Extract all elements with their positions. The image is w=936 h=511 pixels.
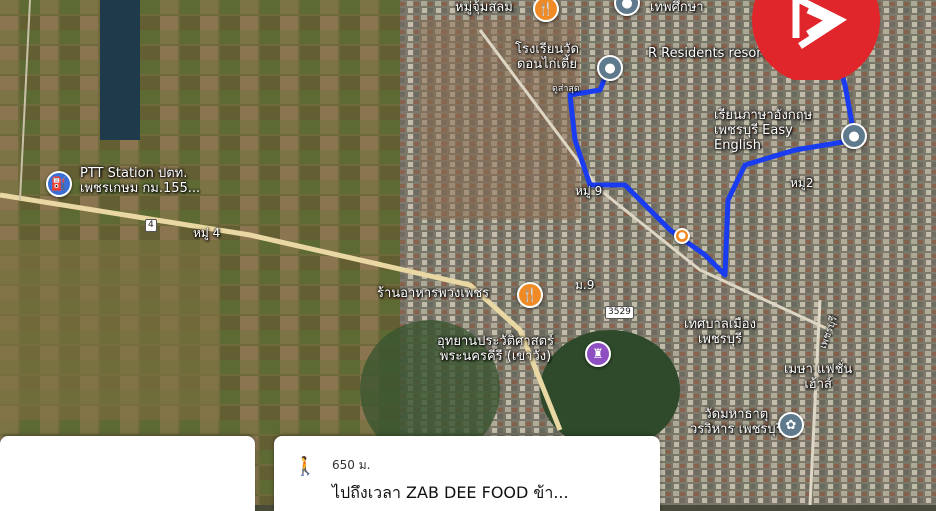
info-card-left[interactable] xyxy=(0,436,255,511)
label-municipality: เทศบาลเมือง เพชรบุรี xyxy=(684,317,756,347)
destination-pin-icon[interactable]: ● xyxy=(674,228,690,244)
label-temple: วัดมหาธาตุ วรวิหาร เพชรบุรี xyxy=(690,407,783,437)
label-municipal-top: เทพศึกษา xyxy=(650,0,704,15)
school-pin-icon[interactable]: ● xyxy=(841,123,867,149)
label-ptt: PTT Station ปตท. เพชรเกษม กม.155... xyxy=(80,166,201,196)
label-market: หมู่จุ้มสลม xyxy=(455,0,513,15)
label-moo4: หมู่ 4 xyxy=(193,226,221,240)
walking-route-icon: 🚶 xyxy=(294,456,317,477)
route-destination: ไปถึงเวลา ZAB DEE FOOD ข้า... xyxy=(332,483,569,502)
label-restaurant: ร้านอาหารพวงเพชร xyxy=(377,286,490,301)
road-shield: 3529 xyxy=(605,306,634,319)
label-moo9b: ม.9 xyxy=(575,278,595,292)
label-english: เรียนภาษาอังกฤษ เพชรบุรี Easy English xyxy=(714,108,813,153)
restaurant-pin-icon[interactable]: 🍴 xyxy=(517,282,543,308)
route-card[interactable]: 🚶 650 ม. ไปถึงเวลา ZAB DEE FOOD ข้า... xyxy=(274,436,660,511)
label-school: โรงเรียนวัด ดอนไก่เตี้ย xyxy=(515,42,579,72)
brand-logo-icon xyxy=(752,0,880,80)
label-fashion: เมษา แฟชั่น เฮ้าส์ xyxy=(784,362,853,392)
school-pin-icon[interactable]: ● xyxy=(597,55,623,81)
temple-pin-icon[interactable]: ✿ xyxy=(778,412,804,438)
label-moo2: หมู่2 xyxy=(790,176,814,190)
label-moo9a: หมู่ 9 xyxy=(575,184,603,198)
gas-station-pin-icon[interactable]: ⛽ xyxy=(46,171,72,197)
route-distance: 650 ม. xyxy=(332,458,371,472)
park-pin-icon[interactable]: ♜ xyxy=(585,341,611,367)
road-shield: 4 xyxy=(145,219,157,232)
label-park: อุทยานประวัติศาสตร์ พระนครคีรี (เขาวัง) xyxy=(437,334,555,364)
label-school-sub: ดูส่าสุด xyxy=(552,84,580,94)
